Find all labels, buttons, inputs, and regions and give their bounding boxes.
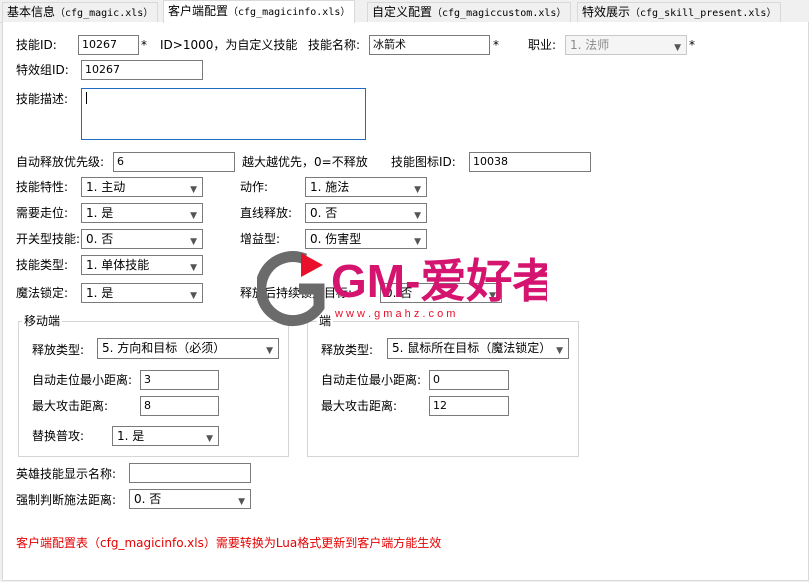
skill-desc-textarea[interactable] [81, 88, 366, 140]
tab-file: （cfg_skill_present.xls） [630, 8, 777, 19]
required-star: * [141, 38, 147, 52]
auto-priority-input[interactable]: 6 [113, 152, 235, 172]
tab-label: 特效展示 [582, 5, 631, 19]
skill-id-label: 技能ID: [16, 38, 57, 52]
chevron-down-icon: ▼ [190, 237, 197, 247]
svg-text:w w w . g m a h z . c o m: w w w . g m a h z . c o m [334, 308, 455, 320]
auto-priority-label: 自动释放优先级: [16, 155, 105, 169]
magic-lock-select[interactable]: 1. 是 ▼ [81, 283, 203, 303]
magic-lock-label: 魔法锁定: [16, 286, 69, 300]
action-select[interactable]: 1. 施法 ▼ [305, 177, 427, 197]
required-star: * [689, 38, 695, 52]
profession-value: 1. 法师 [570, 38, 610, 52]
magic-lock-value: 1. 是 [86, 286, 114, 300]
auto-priority-hint: 越大越优先，0=不释放 [242, 155, 368, 169]
mobile-max-attack-input[interactable]: 8 [140, 396, 219, 416]
chevron-down-icon: ▼ [674, 43, 681, 53]
tab-bar: 基本信息（cfg_magic.xls） 客户端配置（cfg_magicinfo.… [0, 0, 809, 23]
tab-custom-config[interactable]: 自定义配置（cfg_magiccustom.xls） [367, 2, 572, 22]
line-release-value: 0. 否 [310, 206, 338, 220]
pc-release-type-select[interactable]: 5. 鼠标所在目标（魔法锁定） ▼ [387, 338, 569, 359]
pc-release-type-value: 5. 鼠标所在目标（魔法锁定） [392, 341, 552, 355]
skill-icon-id-input[interactable]: 10038 [469, 152, 591, 172]
hero-skill-name-label: 英雄技能显示名称: [16, 467, 117, 481]
svg-text:GM-爱好者: GM-爱好者 [331, 255, 547, 307]
profession-label: 职业: [528, 38, 557, 52]
pc-max-attack-label: 最大攻击距离: [321, 399, 398, 413]
profession-select[interactable]: 1. 法师 ▼ [565, 35, 687, 55]
mobile-release-type-select[interactable]: 5. 方向和目标（必须） ▼ [97, 338, 279, 359]
need-walk-select[interactable]: 1. 是 ▼ [81, 203, 203, 223]
mobile-release-type-label: 释放类型: [32, 343, 85, 357]
skill-type-select[interactable]: 1. 单体技能 ▼ [81, 255, 203, 275]
effect-group-id-label: 特效组ID: [16, 63, 69, 77]
skill-attr-select[interactable]: 1. 主动 ▼ [81, 177, 203, 197]
replace-normal-select[interactable]: 1. 是 ▼ [112, 426, 219, 446]
watermark-logo-icon: GM-爱好者 w w w . g m a h z . c o m [255, 251, 558, 327]
force-cast-distance-value: 0. 否 [134, 492, 162, 506]
chevron-down-icon: ▼ [190, 263, 197, 273]
skill-type-label: 技能类型: [16, 258, 69, 272]
chevron-down-icon: ▼ [190, 211, 197, 221]
buff-type-label: 增益型: [240, 232, 281, 246]
tab-file: （cfg_magiccustom.xls） [432, 8, 567, 19]
skill-attr-value: 1. 主动 [86, 180, 126, 194]
skill-id-input[interactable]: 10267 [78, 35, 139, 55]
chevron-down-icon: ▼ [414, 185, 421, 195]
mobile-group-title: 移动端 [22, 314, 63, 328]
mobile-auto-walk-input[interactable]: 3 [140, 370, 219, 390]
pc-auto-walk-label: 自动走位最小距离: [321, 373, 422, 387]
tab-label: 客户端配置 [168, 4, 229, 18]
tab-label: 自定义配置 [372, 5, 433, 19]
replace-normal-value: 1. 是 [117, 429, 145, 443]
chevron-down-icon: ▼ [190, 185, 197, 195]
force-cast-distance-select[interactable]: 0. 否 ▼ [129, 489, 251, 509]
chevron-down-icon: ▼ [190, 291, 197, 301]
skill-icon-id-label: 技能图标ID: [391, 155, 456, 169]
hero-skill-name-input[interactable] [129, 463, 251, 483]
mobile-release-type-value: 5. 方向和目标（必须） [102, 341, 226, 355]
watermark-logo: GM-爱好者 w w w . g m a h z . c o m [255, 247, 558, 333]
tab-basic-info[interactable]: 基本信息（cfg_magic.xls） [2, 2, 159, 22]
action-label: 动作: [240, 180, 269, 194]
pc-auto-walk-input[interactable]: 0 [429, 370, 509, 390]
tab-client-config[interactable]: 客户端配置（cfg_magicinfo.xls） [163, 0, 356, 23]
line-release-label: 直线释放: [240, 206, 293, 220]
action-value: 1. 施法 [310, 180, 350, 194]
replace-normal-label: 替换普攻: [32, 429, 85, 443]
mobile-auto-walk-label: 自动走位最小距离: [32, 373, 133, 387]
skill-desc-label: 技能描述: [16, 92, 69, 106]
buff-type-value: 0. 伤害型 [310, 232, 362, 246]
chevron-down-icon: ▼ [206, 434, 213, 444]
pc-release-type-label: 释放类型: [321, 343, 374, 357]
chevron-down-icon: ▼ [266, 346, 273, 356]
need-walk-value: 1. 是 [86, 206, 114, 220]
chevron-down-icon: ▼ [556, 346, 563, 356]
text-caret [86, 92, 87, 104]
mobile-max-attack-label: 最大攻击距离: [32, 399, 109, 413]
line-release-select[interactable]: 0. 否 ▼ [305, 203, 427, 223]
tab-file: （cfg_magic.xls） [55, 8, 154, 19]
footer-note: 客户端配置表（cfg_magicinfo.xls）需要转换为Lua格式更新到客户… [16, 536, 442, 550]
switch-skill-label: 开关型技能: [16, 232, 81, 246]
tab-file: （cfg_magicinfo.xls） [228, 7, 351, 18]
skill-attr-label: 技能特性: [16, 180, 69, 194]
chevron-down-icon: ▼ [238, 497, 245, 507]
effect-group-id-input[interactable]: 10267 [81, 60, 203, 80]
required-star: * [493, 38, 499, 52]
switch-skill-select[interactable]: 0. 否 ▼ [81, 229, 203, 249]
tab-label: 基本信息 [7, 5, 56, 19]
switch-skill-value: 0. 否 [86, 232, 114, 246]
skill-name-input[interactable]: 冰箭术 [369, 35, 490, 55]
tab-effect-present[interactable]: 特效展示（cfg_skill_present.xls） [577, 2, 782, 22]
skill-name-label: 技能名称: [308, 38, 361, 52]
skill-id-hint: ID>1000，为自定义技能 [160, 38, 298, 52]
force-cast-distance-label: 强制判断施法距离: [16, 493, 117, 507]
chevron-down-icon: ▼ [414, 211, 421, 221]
pc-max-attack-input[interactable]: 12 [429, 396, 509, 416]
need-walk-label: 需要走位: [16, 206, 69, 220]
buff-type-select[interactable]: 0. 伤害型 ▼ [305, 229, 427, 249]
skill-type-value: 1. 单体技能 [86, 258, 150, 272]
